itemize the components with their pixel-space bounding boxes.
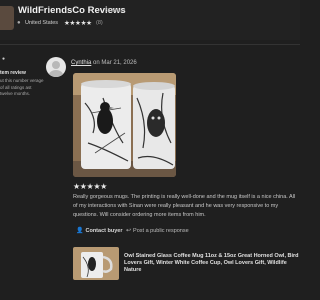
- left-panel-description: ut this number verage of all ratings ast…: [0, 78, 44, 96]
- contact-buyer-label: Contact buyer: [85, 228, 123, 234]
- map-pin-icon: ●: [17, 20, 21, 26]
- review-text: Really gorgeous mugs. The printing is re…: [73, 194, 296, 218]
- post-response-label: Post a public response: [133, 228, 189, 234]
- item-title-link[interactable]: Owl Stained Glass Coffee Mug 11oz & 15oz…: [124, 253, 299, 274]
- contact-buyer-button[interactable]: 👤 Contact buyer: [76, 227, 122, 234]
- shop-logo[interactable]: [0, 6, 14, 30]
- post-public-response-button[interactable]: ↩ Post a public response: [126, 227, 189, 234]
- review-byline: Cynthia on Mar 21, 2026: [71, 60, 137, 66]
- sales-count: 36 Sales: [105, 8, 125, 14]
- reviewer-name[interactable]: Cynthia: [71, 60, 91, 66]
- bullet-icon: ●: [2, 56, 6, 62]
- person-icon: 👤: [76, 228, 84, 234]
- review-photo-secondary[interactable]: [179, 73, 300, 177]
- review-date: on Mar 21, 2026: [93, 60, 137, 66]
- shop-location: United States: [25, 20, 59, 26]
- reviewer-avatar: [46, 57, 66, 77]
- shop-header: WildFriendsCo Reviews 36 Sales ● United …: [0, 0, 300, 40]
- left-panel-title: tem review: [0, 70, 26, 76]
- shop-rating-stars: ★★★★★: [64, 20, 92, 27]
- item-thumbnail[interactable]: [73, 247, 119, 280]
- reply-arrow-icon: ↩: [126, 228, 132, 234]
- review-rating-stars: ★★★★★: [73, 182, 107, 191]
- review-photo-mugs[interactable]: [73, 73, 176, 177]
- shop-review-count[interactable]: (8): [96, 20, 103, 26]
- header-divider: [0, 44, 300, 45]
